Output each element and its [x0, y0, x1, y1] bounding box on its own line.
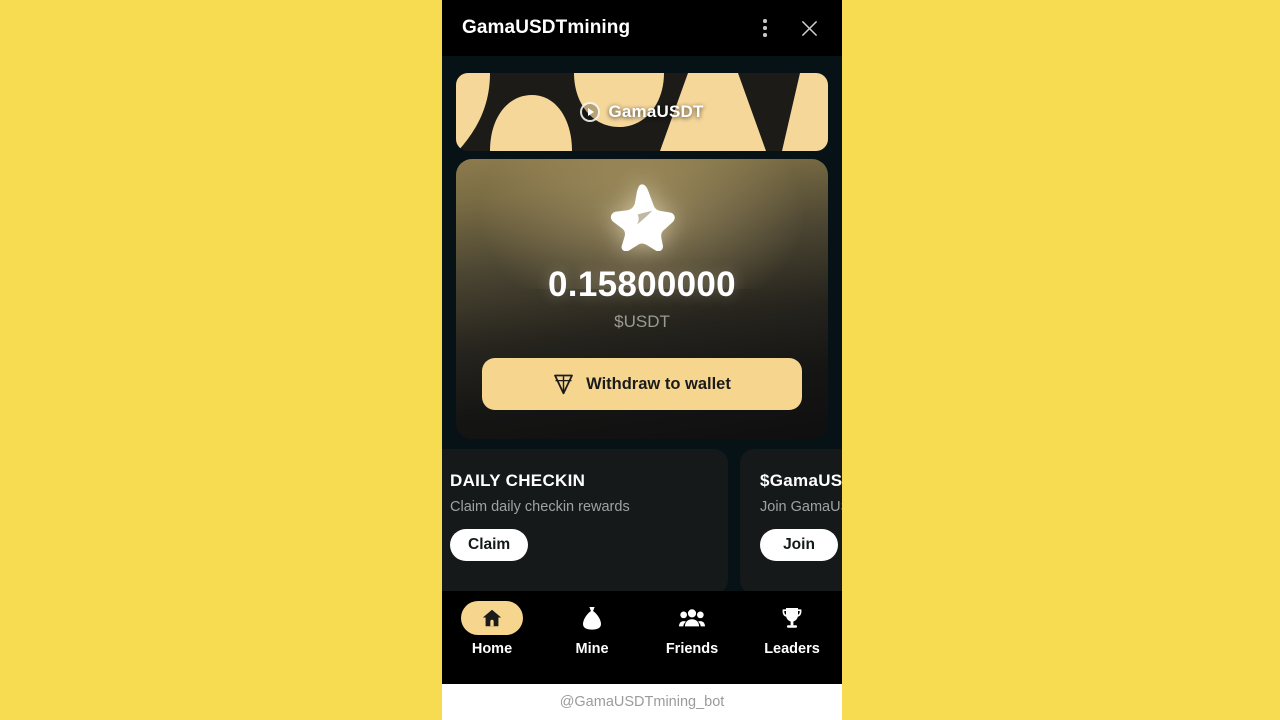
nav-pill-leaders: [761, 601, 823, 635]
task-card-join-channel[interactable]: $GamaUSDT Join GamaUSDT channel Join: [740, 449, 842, 594]
task-description: Join GamaUSDT channel: [760, 499, 842, 515]
trophy-icon: [782, 608, 802, 628]
more-vertical-icon[interactable]: [748, 11, 782, 45]
nav-item-mine[interactable]: Mine: [542, 601, 642, 657]
balance-ticker: $USDT: [614, 312, 670, 331]
withdraw-label: Withdraw to wallet: [586, 374, 731, 393]
banner-label: GamaUSDT: [456, 102, 828, 122]
home-icon: [482, 609, 502, 627]
banner-text: GamaUSDT: [608, 102, 704, 121]
app-body: GamaUSDT 0.15800000 $USDT Withdraw to wa…: [442, 56, 842, 684]
task-description: Claim daily checkin rewards: [450, 499, 630, 515]
play-circle-icon: [580, 102, 601, 122]
claim-button[interactable]: Claim: [450, 529, 529, 561]
balance-card: 0.15800000 $USDT Withdraw to wallet: [456, 159, 828, 439]
join-button[interactable]: Join: [760, 529, 838, 561]
task-title: $GamaUSDT: [760, 471, 842, 490]
nav-pill-mine: [561, 601, 623, 635]
nav-item-friends[interactable]: Friends: [642, 601, 742, 657]
nav-label-leaders: Leaders: [764, 641, 820, 657]
withdraw-to-wallet-button[interactable]: Withdraw to wallet: [482, 358, 802, 410]
promo-banner[interactable]: GamaUSDT: [456, 73, 828, 151]
close-icon[interactable]: [792, 11, 826, 45]
nav-item-leaders[interactable]: Leaders: [742, 601, 842, 657]
balance-amount: 0.15800000: [548, 265, 736, 304]
page-title: GamaUSDTmining: [462, 17, 631, 38]
nav-item-home[interactable]: Home: [442, 601, 542, 657]
nav-label-mine: Mine: [575, 641, 609, 657]
nav-label-home: Home: [471, 641, 513, 657]
nav-pill-home: [461, 601, 523, 635]
more-vertical-glyph: [763, 19, 767, 37]
people-icon: [679, 609, 705, 627]
app-header: GamaUSDTmining: [442, 0, 842, 56]
telegram-webapp-frame: GamaUSDTmining GamaUSDT 0.15800000 $USDT…: [442, 0, 842, 720]
ton-diamond-icon: [554, 374, 573, 395]
close-glyph: [801, 20, 817, 36]
nav-pill-friends: [661, 601, 723, 635]
bot-handle: @GamaUSDTmining_bot: [559, 694, 725, 710]
bottom-navigation: Home Mine Friends Leaders: [442, 591, 842, 684]
task-card-daily-checkin[interactable]: DAILY CHECKIN Claim daily checkin reward…: [442, 449, 728, 594]
star-icon: [610, 184, 675, 251]
app-footer: @GamaUSDTmining_bot: [442, 684, 842, 720]
nav-label-friends: Friends: [665, 641, 719, 657]
tasks-carousel[interactable]: DAILY CHECKIN Claim daily checkin reward…: [442, 449, 842, 594]
money-bag-icon: [583, 607, 601, 630]
task-title: DAILY CHECKIN: [450, 471, 586, 490]
